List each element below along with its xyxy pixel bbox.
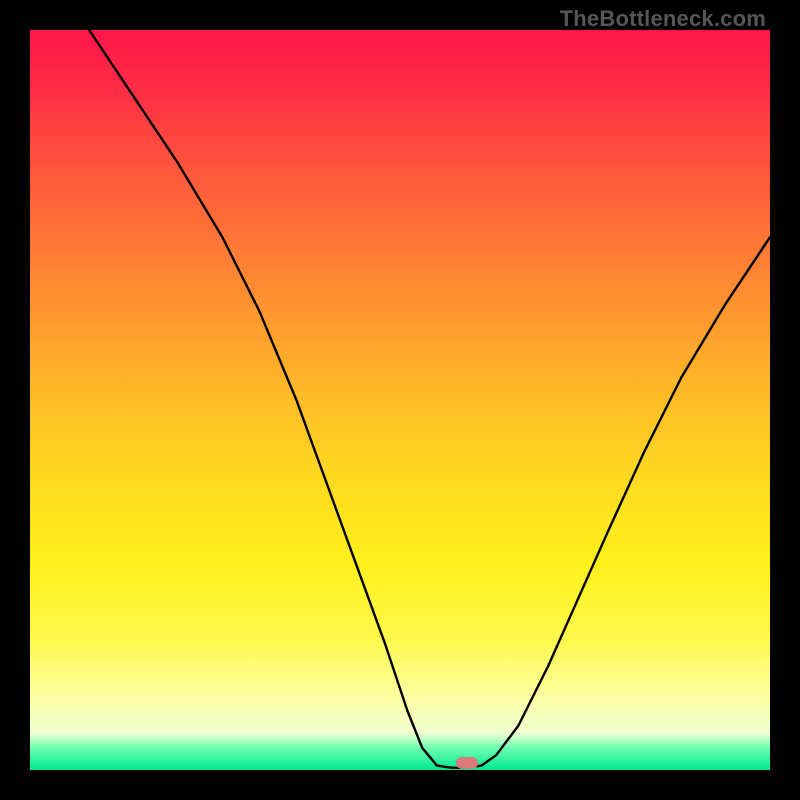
curve-svg — [30, 30, 770, 770]
chart-container: TheBottleneck.com — [0, 0, 800, 800]
optimal-marker — [456, 757, 478, 769]
plot-area — [30, 30, 770, 770]
watermark-text: TheBottleneck.com — [560, 6, 766, 32]
bottleneck-curve — [89, 30, 770, 768]
